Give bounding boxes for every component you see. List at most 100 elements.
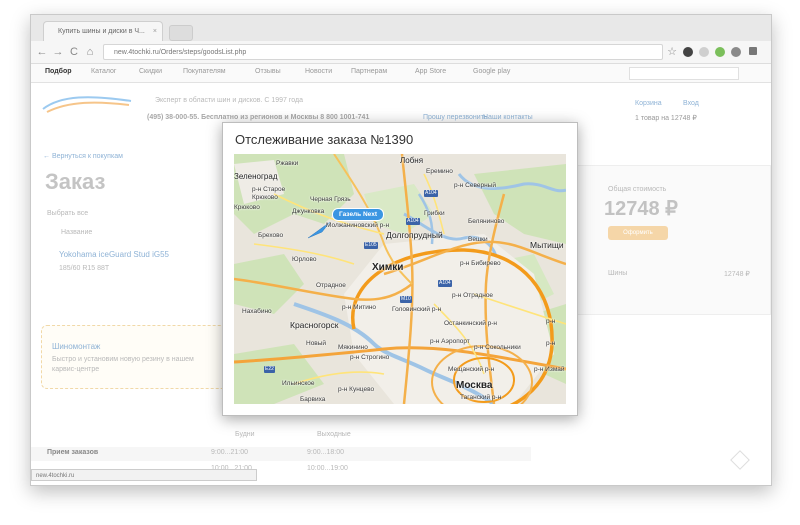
- map-label: Грибки: [424, 210, 445, 217]
- map-label: Химки: [372, 262, 404, 273]
- bookmark-star-icon[interactable]: ☆: [665, 44, 679, 60]
- map-label: Новый: [306, 340, 327, 347]
- map-label: Юрлово: [292, 256, 317, 263]
- road-shield: E22: [264, 366, 275, 373]
- map-label: Зеленоград: [234, 172, 278, 181]
- site-logo[interactable]: [41, 91, 133, 115]
- road-shield: E105: [364, 242, 378, 249]
- order-tracking-modal: Отслеживание заказа №1390 Зеленоград Ржа…: [222, 122, 578, 416]
- summary-row-label: Шины: [608, 270, 628, 277]
- map-label: р-н Отрадное: [452, 292, 494, 299]
- map-label: Отрадное: [316, 282, 346, 289]
- map-label: р-н Строгино: [350, 354, 390, 361]
- map-label: Беляниново: [468, 218, 505, 225]
- back-icon[interactable]: ←: [35, 44, 49, 60]
- modal-title: Отслеживание заказа №1390: [235, 132, 414, 147]
- map-label: Красногорск: [290, 320, 339, 330]
- forward-icon[interactable]: →: [51, 44, 65, 60]
- tab-title: Купить шины и диски в Ч...: [58, 28, 145, 35]
- nav-item-news[interactable]: Новости: [305, 68, 332, 75]
- new-tab-button[interactable]: [169, 25, 193, 41]
- address-bar-row: ← → C ⌂ new.4tochki.ru/Orders/steps/good…: [31, 41, 771, 64]
- site-search-input[interactable]: [629, 67, 739, 80]
- extension-icon[interactable]: [715, 47, 725, 57]
- menu-icon[interactable]: [749, 47, 757, 55]
- app-store-link[interactable]: App Store: [415, 68, 446, 75]
- nav-item-reviews[interactable]: Отзывы: [255, 68, 281, 75]
- tire-mounting-promo[interactable]: Шиномонтаж Быстро и установим новую рези…: [41, 325, 229, 389]
- map-label: Головинский р-н: [392, 306, 442, 313]
- hours-row2-weekend: 10:00...19:00: [307, 465, 348, 472]
- map-label: Лобня: [400, 156, 424, 165]
- hours-weekdays-time: 9:00...21:00: [211, 449, 248, 456]
- tab-close-icon[interactable]: ×: [153, 22, 157, 41]
- nav-item-catalog[interactable]: Каталог: [91, 68, 116, 75]
- product-size: 185/60 R15 88T: [59, 265, 110, 272]
- home-icon[interactable]: ⌂: [83, 44, 97, 60]
- road-shield: A104: [406, 218, 420, 225]
- nav-item-customers[interactable]: Покупателям: [183, 68, 226, 75]
- extension-icon[interactable]: [683, 47, 693, 57]
- mounting-text-2: карвис-центре: [52, 366, 100, 373]
- login-link[interactable]: Вход: [683, 100, 699, 107]
- hours-row-label: Прием заказов: [47, 449, 99, 456]
- map-label: Еремино: [426, 168, 453, 175]
- map-label: р-н Аэропорт: [430, 338, 470, 345]
- map-label: р-н Сокольники: [474, 344, 521, 351]
- callback-link[interactable]: Прошу перезвонить: [423, 114, 488, 121]
- hours-weekend-header: Выходные: [317, 431, 351, 438]
- cart-link[interactable]: Корзина: [635, 100, 662, 107]
- vehicle-marker-label[interactable]: Газель Next: [332, 208, 385, 221]
- extension-icon[interactable]: [699, 47, 709, 57]
- scroll-top-icon[interactable]: [730, 450, 750, 470]
- mounting-text: Быстро и установим новую резину в нашем: [52, 356, 194, 363]
- back-to-shopping-link[interactable]: ← Вернуться к покупкам: [43, 153, 123, 160]
- map-label: Брехово: [258, 232, 284, 239]
- road-shield: A104: [424, 190, 438, 197]
- map-label: Мякинино: [338, 344, 368, 351]
- order-summary-card: Общая стоимость 12748 ₽ Оформить Шины 12…: [577, 165, 771, 315]
- tracking-map[interactable]: Зеленоград Ржавки Лобня р-н Старое Крюко…: [234, 154, 566, 404]
- map-label: Нахабино: [242, 308, 272, 315]
- map-label: Вешки: [468, 236, 488, 243]
- header-tagline: Эксперт в области шин и дисков. С 1997 г…: [155, 97, 303, 104]
- browser-tab[interactable]: Купить шины и диски в Ч... ×: [43, 21, 163, 41]
- map-label: Долгопрудный: [386, 230, 443, 240]
- map-label: Москва: [456, 380, 493, 391]
- map-label: Крюково: [234, 204, 260, 211]
- nav-item-partners[interactable]: Партнерам: [351, 68, 387, 75]
- map-label: Мытищи: [530, 240, 564, 250]
- map-label: р-н Измай: [534, 366, 565, 373]
- product-link[interactable]: Yokohama iceGuard Stud iG55: [59, 250, 169, 259]
- map-label: Молжаниновский р-н: [326, 222, 390, 229]
- settings-gear-icon[interactable]: [731, 47, 741, 57]
- contacts-link[interactable]: Наши контакты: [483, 114, 533, 121]
- map-label: Джунковка: [292, 208, 325, 215]
- map-label: р-н: [546, 340, 556, 347]
- map-label: Ильинское: [282, 380, 315, 387]
- hours-weekdays-header: Будни: [235, 431, 255, 438]
- map-label: Ржавки: [276, 160, 299, 167]
- nav-item-discounts[interactable]: Скидки: [139, 68, 162, 75]
- page-title: Заказ: [45, 169, 106, 194]
- road-shield: M10: [400, 296, 412, 303]
- summary-label: Общая стоимость: [608, 186, 667, 193]
- map-label: р-н Северный: [454, 182, 496, 189]
- map-label: Барвиха: [300, 396, 326, 403]
- nav-item-podbor[interactable]: Подбор: [45, 68, 72, 75]
- map-label: р-н Митино: [342, 304, 377, 311]
- checkout-button[interactable]: Оформить: [608, 226, 668, 240]
- map-label: р-н Кунцево: [338, 386, 375, 393]
- tab-bar: Купить шины и диски в Ч... ×: [31, 15, 771, 41]
- summary-total: 12748 ₽: [604, 198, 678, 220]
- url-input[interactable]: new.4tochki.ru/Orders/steps/goodsList.ph…: [103, 44, 663, 60]
- hours-row: [31, 447, 531, 461]
- map-label: р-н: [546, 318, 556, 325]
- google-play-link[interactable]: Google play: [473, 68, 510, 75]
- header-phones: (495) 38-000-55. Бесплатно из регионов и…: [147, 114, 370, 121]
- map-label: Крюково: [252, 194, 278, 201]
- mounting-title: Шиномонтаж: [52, 342, 101, 351]
- cart-summary: 1 товар на 12748 ₽: [635, 115, 697, 122]
- reload-icon[interactable]: C: [67, 44, 81, 60]
- select-all-checkbox[interactable]: Выбрать все: [47, 210, 88, 217]
